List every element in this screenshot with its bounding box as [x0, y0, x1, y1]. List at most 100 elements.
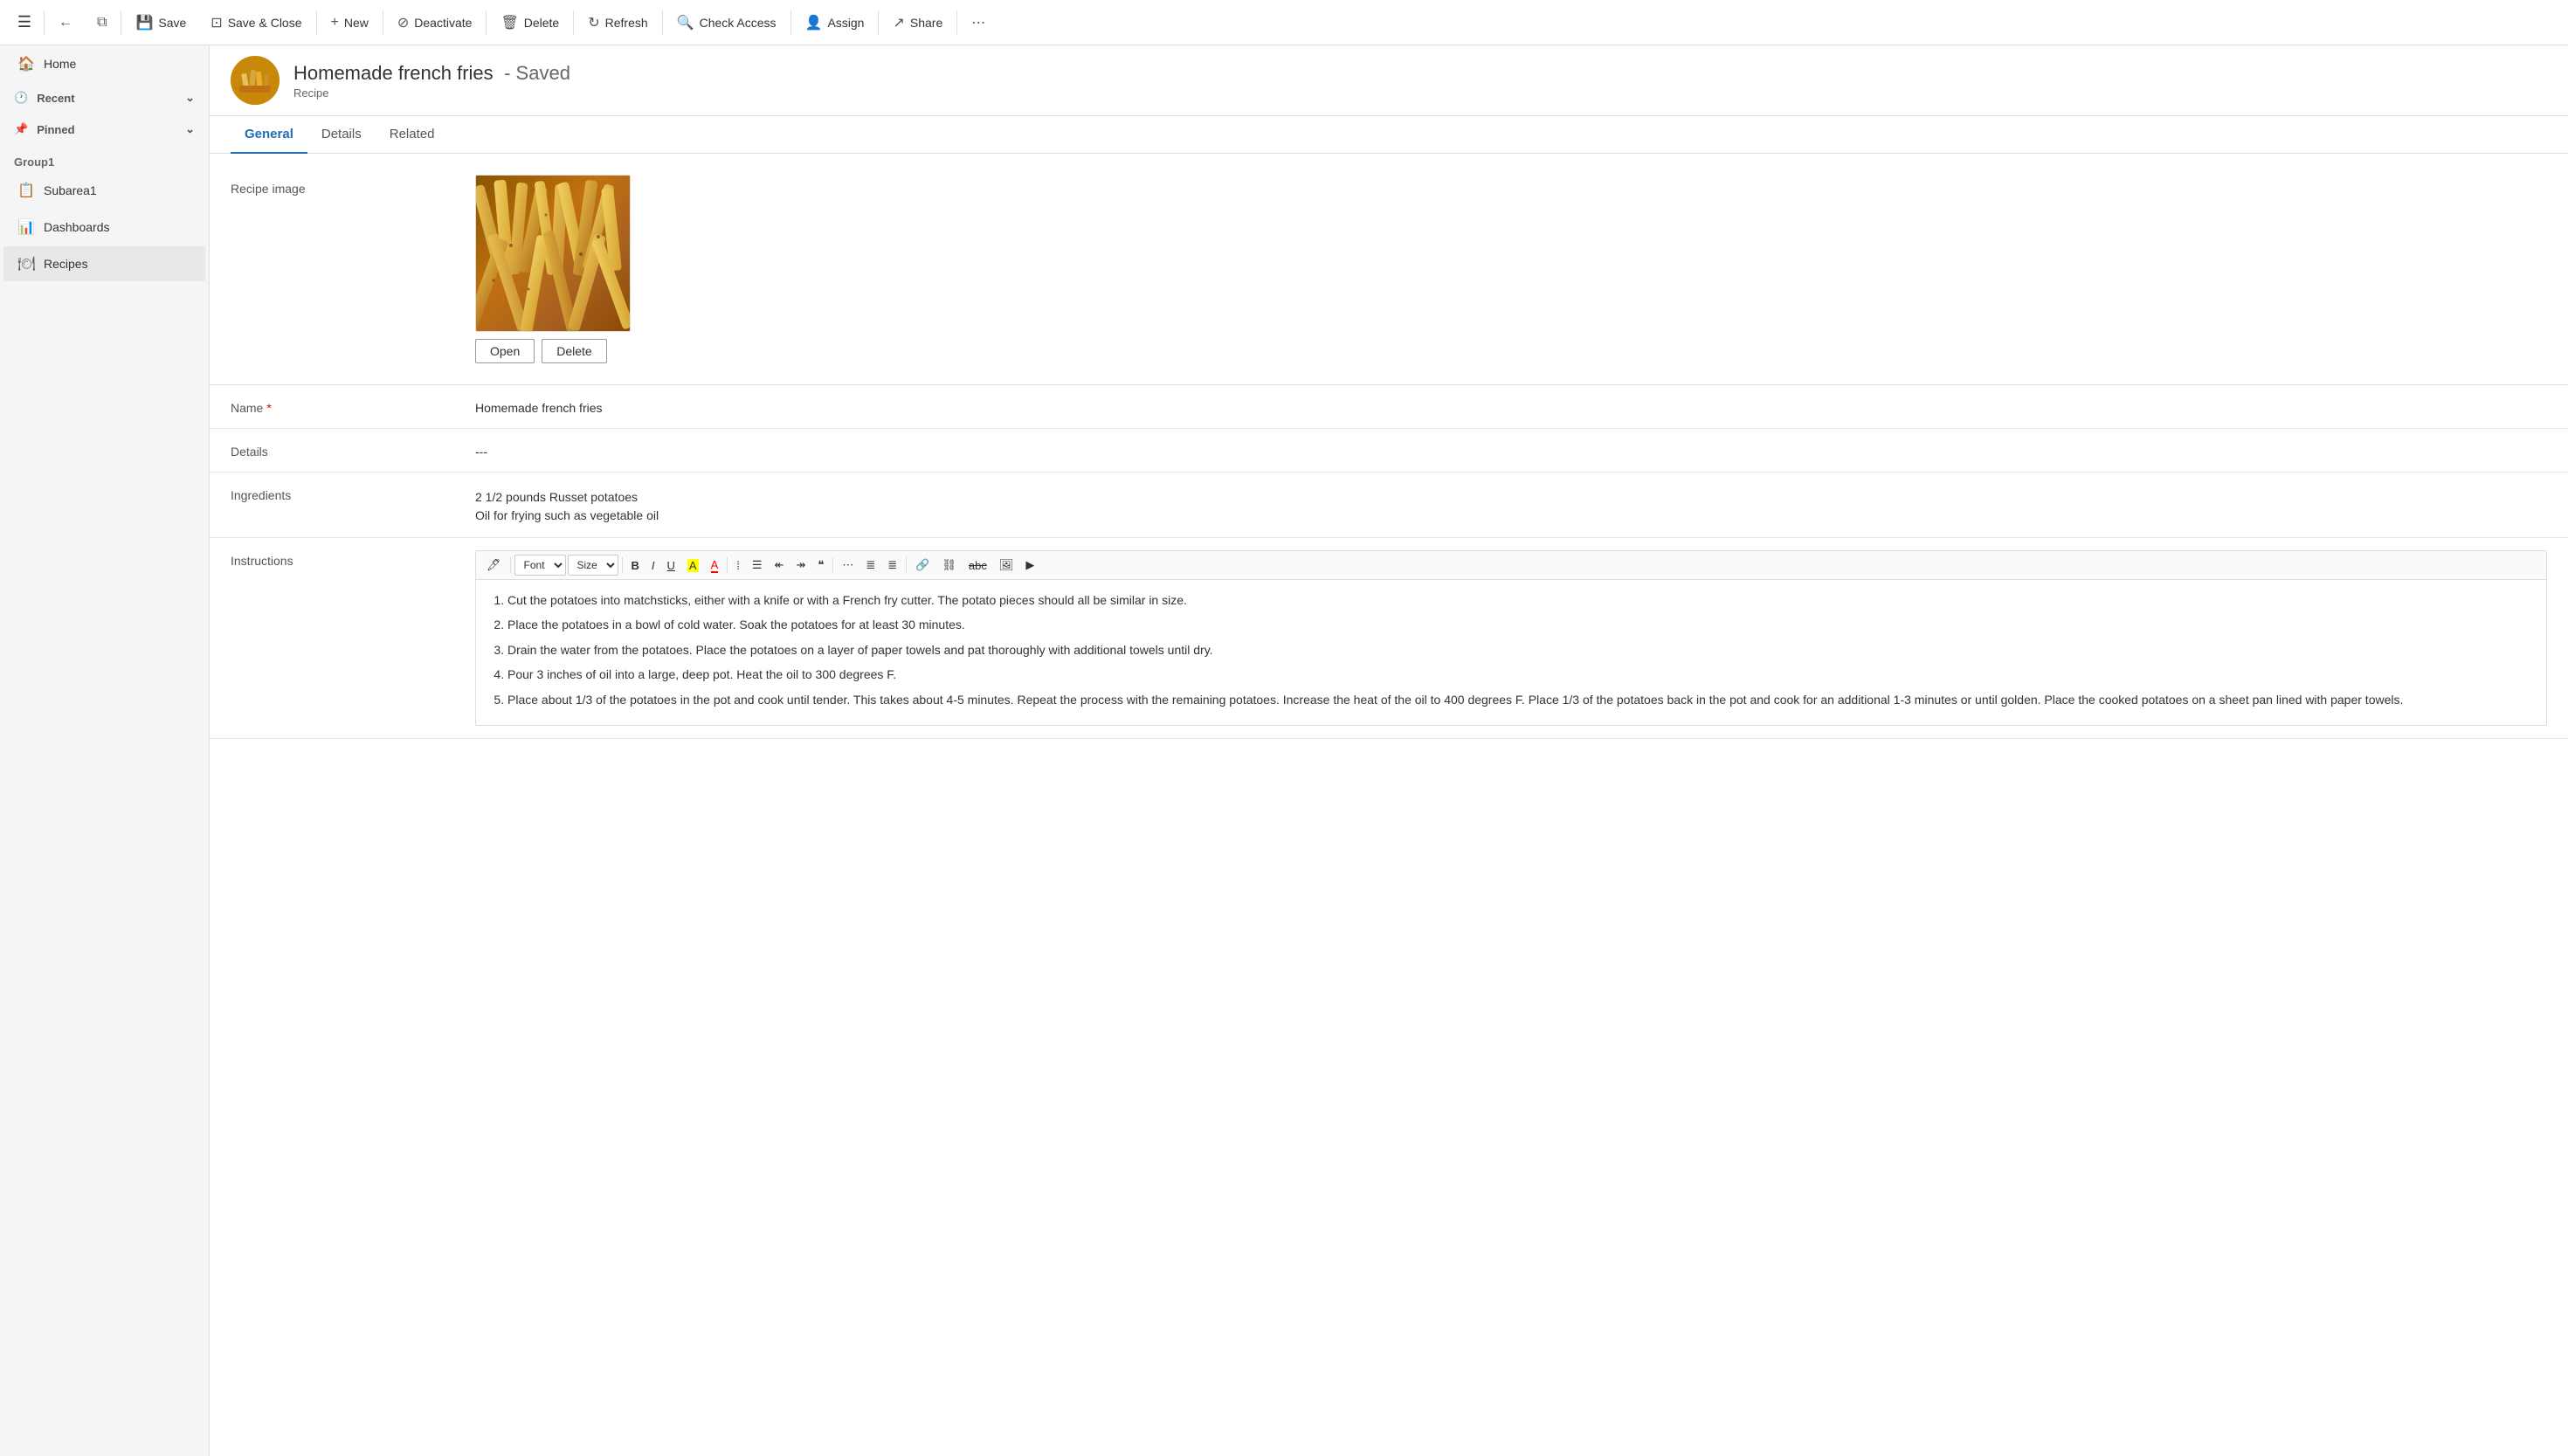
clear-format-icon: 🖊 [487, 558, 501, 572]
more-rich-button[interactable]: ▶ [1020, 555, 1039, 575]
underline-icon: U [667, 559, 675, 572]
sidebar-item-subarea1[interactable]: 📋 Subarea1 [3, 173, 205, 208]
group1-label: Group1 [0, 145, 209, 172]
strikethrough-button[interactable]: abc [963, 556, 992, 575]
image-delete-button[interactable]: Delete [542, 339, 606, 363]
name-required-star: * [266, 401, 271, 415]
save-icon: 💾 [135, 14, 153, 31]
toolbar-sep-2 [316, 10, 317, 35]
instruction-step-3: Drain the water from the potatoes. Place… [507, 640, 2532, 659]
back-icon: ← [59, 15, 72, 31]
ingredients-line1: 2 1/2 pounds Russet potatoes [475, 488, 2547, 507]
toolbar-sep-9 [956, 10, 957, 35]
tab-details[interactable]: Details [307, 116, 376, 154]
save-close-button[interactable]: ⊡ Save & Close [198, 9, 314, 37]
font-select[interactable]: Font [514, 555, 566, 576]
instruction-step-4: Pour 3 inches of oil into a large, deep … [507, 665, 2532, 684]
main-layout: 🏠 Home 🕐 Recent ⌄ 📌 Pinned ⌄ Group1 📋 Su… [0, 45, 2568, 1456]
image-open-button[interactable]: Open [475, 339, 535, 363]
main-toolbar: ☰ ← ⧉ 💾 Save ⊡ Save & Close + New ⊘ Deac… [0, 0, 2568, 45]
pin-icon: 📌 [14, 122, 28, 136]
toolbar-sep-8 [878, 10, 879, 35]
dashboards-icon: 📊 [17, 218, 35, 236]
details-label: Details [231, 441, 475, 459]
share-button[interactable]: ↗ Share [880, 9, 955, 37]
underline-button[interactable]: U [662, 556, 680, 575]
open-window-icon: ⧉ [97, 15, 107, 31]
bold-button[interactable]: B [626, 556, 645, 575]
highlight-button[interactable]: A [682, 556, 704, 575]
toolbar-sep-4 [486, 10, 487, 35]
instructions-editor: 🖊 Font Size [475, 550, 2547, 726]
sidebar-item-dashboards[interactable]: 📊 Dashboards [3, 210, 205, 245]
tab-related[interactable]: Related [376, 116, 449, 154]
rich-sep-1 [510, 557, 511, 573]
assign-button[interactable]: 👤 Assign [793, 9, 877, 37]
ingredients-value[interactable]: 2 1/2 pounds Russet potatoes Oil for fry… [475, 485, 2547, 525]
instruction-step-1: Cut the potatoes into matchsticks, eithe… [507, 590, 2532, 610]
rich-toolbar: 🖊 Font Size [476, 551, 2546, 580]
menu-button[interactable]: ☰ [7, 5, 42, 40]
delete-button[interactable]: 🗑 Delete [488, 9, 571, 37]
subarea1-icon: 📋 [17, 182, 35, 199]
outdent-button[interactable]: ↞ [770, 555, 790, 575]
bullets-button[interactable]: ⁞ [731, 556, 745, 575]
content-area: Homemade french fries - Saved Recipe Gen… [210, 45, 2568, 1456]
name-label: Name * [231, 397, 475, 415]
recent-icon: 🕐 [14, 91, 28, 105]
blockquote-button[interactable]: ❝ [812, 555, 829, 575]
name-value[interactable]: Homemade french fries [475, 397, 2547, 415]
recent-chevron-icon: ⌄ [185, 91, 195, 105]
refresh-icon: ↻ [588, 14, 599, 31]
back-button[interactable]: ← [46, 10, 85, 36]
home-icon: 🏠 [17, 55, 35, 72]
align-left-button[interactable]: ⋯ [837, 555, 859, 575]
image-button[interactable]: 🖼 [994, 555, 1019, 575]
details-value[interactable]: --- [475, 441, 2547, 459]
more-button[interactable]: ⋯ [959, 9, 998, 37]
link-button[interactable]: 🔗 [910, 555, 935, 575]
tabs-bar: General Details Related [210, 116, 2568, 154]
pinned-chevron-icon: ⌄ [185, 122, 195, 136]
outdent-icon: ↞ [775, 558, 784, 572]
check-access-button[interactable]: 🔍 Check Access [665, 9, 789, 37]
italic-button[interactable]: I [646, 556, 660, 575]
font-color-button[interactable]: A [706, 555, 724, 576]
instructions-row: Instructions 🖊 Font [210, 538, 2568, 738]
font-color-icon: A [711, 558, 719, 573]
indent-icon: ↠ [796, 558, 805, 572]
highlight-icon: A [687, 559, 699, 572]
assign-icon: 👤 [805, 14, 823, 31]
refresh-button[interactable]: ↻ Refresh [576, 9, 659, 37]
share-icon: ↗ [893, 14, 904, 31]
more-icon: ⋯ [971, 14, 985, 31]
open-window-button[interactable]: ⧉ [85, 10, 119, 36]
size-select[interactable]: Size [568, 555, 618, 576]
sidebar-pinned-header[interactable]: 📌 Pinned ⌄ [0, 114, 209, 145]
unlink-button[interactable]: ⛓ [936, 555, 962, 575]
deactivate-button[interactable]: ⊘ Deactivate [385, 9, 485, 37]
record-header: Homemade french fries - Saved Recipe [210, 45, 2568, 116]
tab-general[interactable]: General [231, 116, 307, 154]
sidebar-recent-header[interactable]: 🕐 Recent ⌄ [0, 82, 209, 114]
save-button[interactable]: 💾 Save [123, 9, 198, 37]
numbering-icon: ☰ [752, 558, 763, 572]
align-right-button[interactable]: ≣ [882, 555, 902, 575]
numbering-button[interactable]: ☰ [747, 555, 768, 575]
sidebar-item-home[interactable]: 🏠 Home [3, 46, 205, 81]
ingredients-label: Ingredients [231, 485, 475, 502]
toolbar-sep-0 [44, 10, 45, 35]
instructions-body[interactable]: Cut the potatoes into matchsticks, eithe… [476, 580, 2546, 725]
check-access-icon: 🔍 [677, 14, 694, 31]
clear-format-button[interactable]: 🖊 [481, 555, 507, 575]
align-center-button[interactable]: ≣ [860, 555, 880, 575]
sidebar-item-recipes[interactable]: 🍽 Recipes [3, 246, 205, 281]
italic-icon: I [652, 559, 655, 572]
new-icon: + [331, 15, 339, 31]
hamburger-icon: ☰ [17, 13, 31, 31]
indent-button[interactable]: ↠ [790, 555, 811, 575]
image-content: Open Delete [475, 175, 631, 363]
instructions-section: Instructions 🖊 Font [210, 538, 2568, 739]
sidebar: 🏠 Home 🕐 Recent ⌄ 📌 Pinned ⌄ Group1 📋 Su… [0, 45, 210, 1456]
new-button[interactable]: + New [319, 10, 381, 36]
